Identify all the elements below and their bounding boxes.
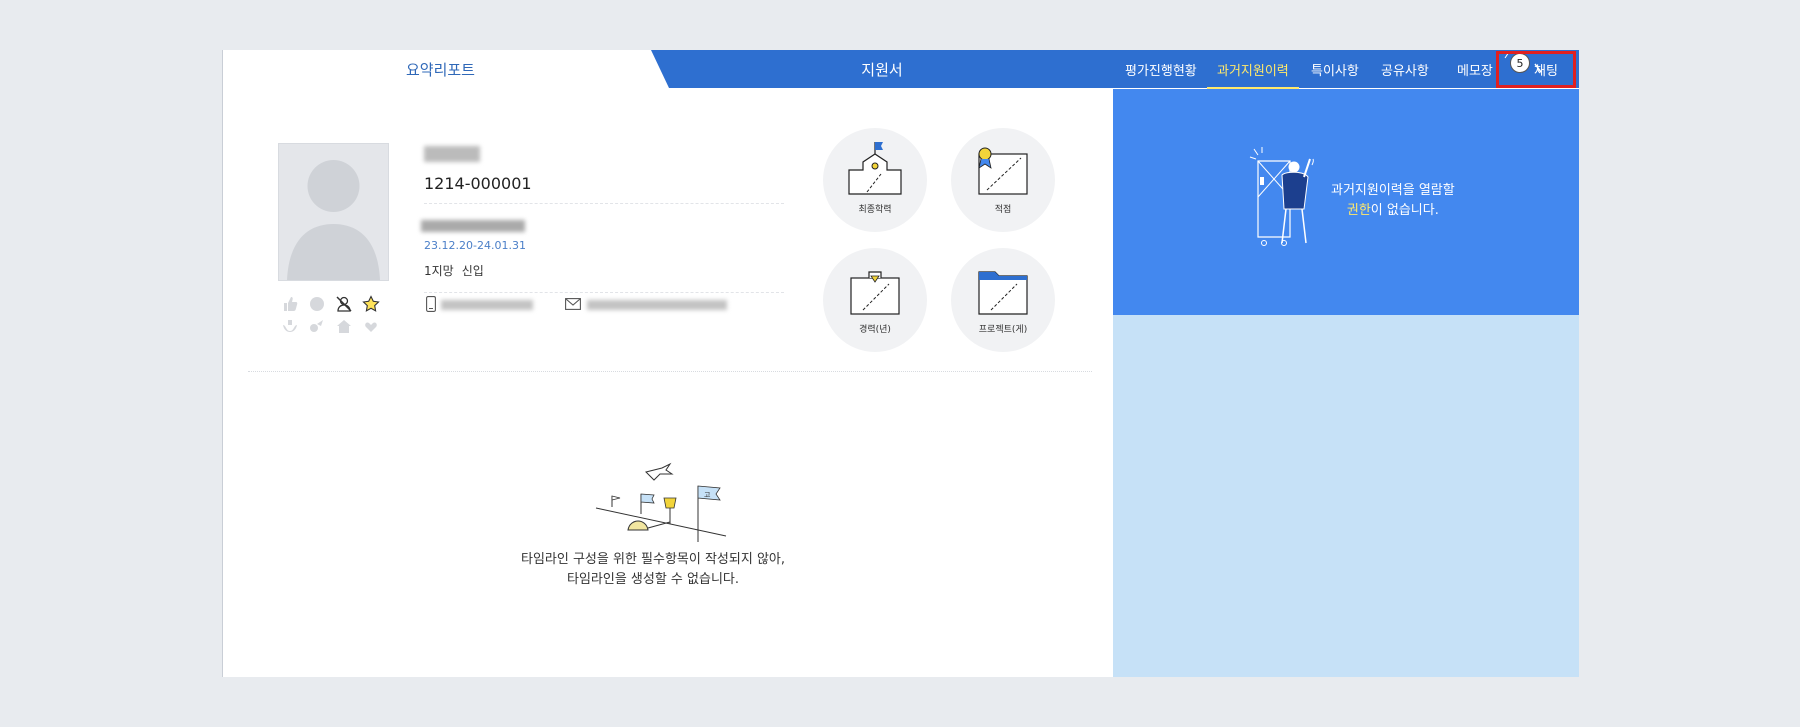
mail-icon — [565, 298, 581, 310]
chat-tab-highlight — [1496, 51, 1576, 88]
school-icon — [848, 142, 902, 195]
no-permission-illustration — [1249, 147, 1314, 246]
choice-status: 1지망 신입 — [424, 262, 484, 279]
thumbs-up-icon[interactable] — [280, 294, 300, 314]
no-permission-line1: 과거지원이력을 열람할 — [1331, 183, 1455, 198]
tab-application[interactable]: 지원서 — [651, 50, 1113, 88]
choice-rank: 1지망 — [424, 264, 454, 278]
no-permission-panel: 과거지원이력을 열람할 권한이 없습니다. — [1113, 89, 1579, 315]
star-icon[interactable] — [361, 294, 381, 314]
hire-type: 신입 — [461, 264, 484, 278]
no-permission-highlight: 권한 — [1346, 203, 1371, 218]
tab-shared-notes[interactable]: 공유사항 — [1381, 50, 1429, 88]
stat-career: 경력(년) — [823, 248, 927, 352]
application-period: 23.12.20-24.01.31 — [424, 239, 526, 252]
stat-education-label: 최종학력 — [858, 205, 892, 215]
applicant-info-redacted — [421, 220, 525, 232]
home-icon[interactable] — [334, 316, 354, 336]
profile-icon-row-2 — [280, 316, 390, 336]
avatar — [278, 143, 389, 281]
circle-icon[interactable] — [307, 294, 327, 314]
tab-memo[interactable]: 메모장 — [1457, 50, 1493, 88]
briefcase-icon — [850, 271, 900, 315]
timeline-empty-message: 타임라인 구성을 위한 필수항목이 작성되지 않아, 타임라인을 생성할 수 없… — [423, 550, 883, 590]
blocked-user-icon[interactable] — [334, 294, 354, 314]
side-panel: 평가진행현황 과거지원이력 특이사항 공유사항 메모장 채팅 5 과거지원이력을… — [1113, 50, 1579, 677]
no-permission-line2: 이 없습니다. — [1370, 203, 1439, 218]
application-id: 1214-000001 — [424, 174, 532, 193]
tab-special-notes[interactable]: 특이사항 — [1311, 50, 1359, 88]
phone-icon — [426, 296, 436, 312]
timeline-empty-line1: 타임라인 구성을 위한 필수항목이 작성되지 않아, — [521, 552, 785, 567]
timeline-empty-line2: 타임라인을 생성할 수 없습니다. — [566, 572, 739, 587]
stat-projects: 프로젝트(게) — [951, 248, 1055, 352]
folder-icon — [978, 271, 1028, 315]
profile-icon-row-1 — [280, 294, 390, 314]
stat-aptitude-label: 적점 — [994, 205, 1012, 215]
phone-redacted — [441, 300, 533, 310]
tab-evaluation-progress[interactable]: 평가진행현황 — [1125, 50, 1197, 88]
side-panel-nav: 평가진행현황 과거지원이력 특이사항 공유사항 메모장 채팅 5 — [1113, 50, 1579, 89]
stat-education: 최종학력 — [823, 128, 927, 232]
svg-text:고: 고 — [704, 491, 711, 499]
heart-hand-icon[interactable] — [361, 316, 381, 336]
email-redacted — [587, 300, 727, 310]
animal-icon[interactable] — [307, 316, 327, 336]
stat-projects-label: 프로젝트(게) — [978, 325, 1028, 335]
tab-summary-report[interactable]: 요약리포트 — [223, 50, 658, 88]
tab-past-applications[interactable]: 과거지원이력 — [1207, 50, 1299, 89]
stat-career-label: 경력(년) — [859, 325, 891, 335]
report-frame: 요약리포트 지원서 1214-000001 23.12.20-24.01.31 … — [222, 50, 1579, 677]
divider — [424, 203, 784, 204]
section-divider — [248, 371, 1092, 372]
certificate-icon — [978, 147, 1028, 195]
stat-aptitude: 적점 — [951, 128, 1055, 232]
divider — [424, 292, 784, 293]
applicant-name-redacted — [424, 146, 480, 162]
hand-icon[interactable] — [280, 316, 300, 336]
no-permission-message: 과거지원이력을 열람할 권한이 없습니다. — [1331, 181, 1455, 221]
